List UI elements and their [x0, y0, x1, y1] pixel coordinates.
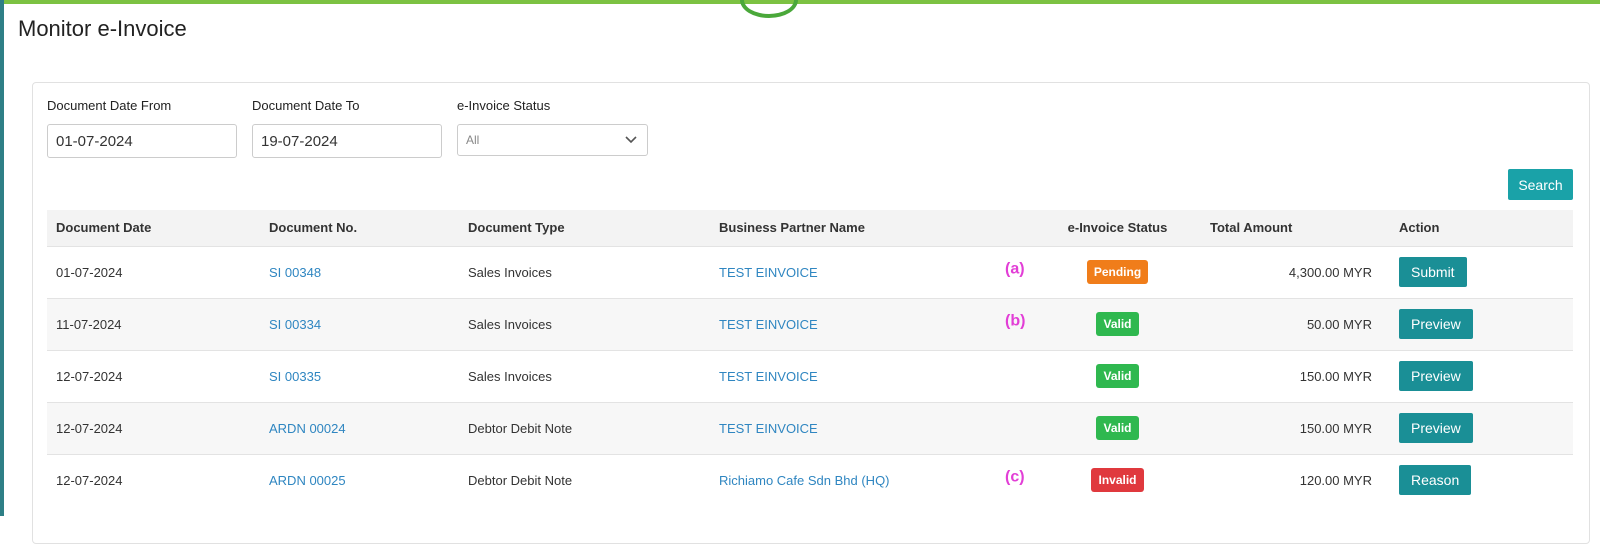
status-filter-label: e-Invoice Status	[457, 98, 551, 113]
cell-document-date: 12-07-2024	[56, 420, 123, 436]
date-from-input[interactable]	[47, 124, 237, 158]
cell-action: Reason	[1390, 454, 1573, 506]
document-no-link[interactable]: ARDN 00025	[269, 473, 346, 488]
cell-business-partner: TEST EINVOICE	[710, 350, 1045, 402]
document-no-link[interactable]: SI 00334	[269, 317, 321, 332]
business-partner-link[interactable]: TEST EINVOICE	[719, 369, 818, 384]
cell-total-amount: 150.00 MYR	[1299, 368, 1372, 384]
cell-einvoice-status: (c) Invalid	[1005, 454, 1190, 506]
header-document-date: Document Date	[56, 220, 152, 236]
document-no-link[interactable]: SI 00348	[269, 265, 321, 280]
business-partner-link[interactable]: TEST EINVOICE	[719, 421, 818, 436]
row-action-button[interactable]: Submit	[1399, 257, 1467, 287]
table-row: 12-07-2024 ARDN 00025 Debtor Debit Note …	[47, 454, 1573, 506]
annotation-marker: (c)	[1005, 468, 1025, 486]
invoice-table: Document Date Document No. Document Type…	[47, 210, 1573, 506]
row-action-button[interactable]: Preview	[1399, 413, 1473, 443]
cell-document-date: 12-07-2024	[56, 472, 123, 488]
cell-total-amount: 150.00 MYR	[1299, 420, 1372, 436]
cell-total-amount: 50.00 MYR	[1306, 316, 1372, 332]
header-einvoice-status: e-Invoice Status	[1067, 220, 1168, 236]
cell-document-date: 12-07-2024	[56, 368, 123, 384]
search-button[interactable]: Search	[1508, 169, 1573, 200]
cell-document-type: Debtor Debit Note	[468, 420, 573, 436]
table-row: 12-07-2024 ARDN 00024 Debtor Debit Note …	[47, 402, 1573, 454]
cell-action: Preview	[1390, 402, 1573, 454]
row-action-button[interactable]: Preview	[1399, 361, 1473, 391]
top-accent-bar	[0, 0, 1600, 4]
cell-business-partner: Richiamo Cafe Sdn Bhd (HQ)	[710, 454, 1045, 506]
top-center-ring-icon	[740, 0, 798, 18]
cell-document-no: ARDN 00024	[260, 402, 459, 454]
document-no-link[interactable]: SI 00335	[269, 369, 321, 384]
cell-document-no: ARDN 00025	[260, 454, 459, 506]
page-title: Monitor e-Invoice	[18, 16, 187, 41]
annotation-marker: (b)	[1005, 312, 1026, 330]
cell-business-partner: TEST EINVOICE	[710, 298, 1045, 350]
cell-business-partner: TEST EINVOICE	[710, 402, 1045, 454]
cell-action: Preview	[1390, 350, 1573, 402]
date-to-input[interactable]	[252, 124, 442, 158]
date-from-label: Document Date From	[47, 98, 172, 113]
cell-einvoice-status: Valid	[1045, 350, 1190, 402]
cell-einvoice-status: Valid	[1045, 402, 1190, 454]
status-filter-select[interactable]: All	[457, 124, 648, 156]
business-partner-link[interactable]: TEST EINVOICE	[719, 265, 818, 280]
cell-document-no: SI 00348	[260, 246, 459, 298]
date-to-label: Document Date To	[252, 98, 360, 113]
status-badge: Valid	[1096, 416, 1139, 440]
header-document-type: Document Type	[468, 220, 565, 236]
table-header-row: Document Date Document No. Document Type…	[47, 210, 1573, 246]
cell-document-no: SI 00334	[260, 298, 459, 350]
business-partner-link[interactable]: TEST EINVOICE	[719, 317, 818, 332]
cell-document-type: Sales Invoices	[468, 316, 552, 332]
table-row: 12-07-2024 SI 00335 Sales Invoices TEST …	[47, 350, 1573, 402]
cell-document-type: Sales Invoices	[468, 368, 552, 384]
row-action-button[interactable]: Preview	[1399, 309, 1473, 339]
header-action: Action	[1399, 220, 1440, 236]
cell-total-amount: 4,300.00 MYR	[1288, 264, 1372, 280]
table-row: 01-07-2024 SI 00348 Sales Invoices TEST …	[47, 246, 1573, 298]
cell-document-type: Sales Invoices	[468, 264, 552, 280]
cell-business-partner: TEST EINVOICE	[710, 246, 1045, 298]
status-badge: Pending	[1086, 260, 1149, 284]
cell-document-type: Debtor Debit Note	[468, 472, 573, 488]
cell-document-date: 01-07-2024	[56, 264, 123, 280]
status-badge: Valid	[1096, 312, 1139, 336]
cell-total-amount: 120.00 MYR	[1299, 472, 1372, 488]
status-badge: Invalid	[1091, 468, 1144, 493]
header-total-amount: Total Amount	[1210, 220, 1293, 236]
document-no-link[interactable]: ARDN 00024	[269, 421, 346, 436]
status-badge: Valid	[1096, 364, 1139, 388]
status-filter-value: All	[466, 133, 480, 147]
table-row: 11-07-2024 SI 00334 Sales Invoices TEST …	[47, 298, 1573, 350]
cell-action: Preview	[1390, 298, 1573, 350]
cell-document-no: SI 00335	[260, 350, 459, 402]
row-action-button[interactable]: Reason	[1399, 465, 1472, 496]
chevron-down-icon	[625, 136, 637, 144]
cell-action: Submit	[1390, 246, 1573, 298]
header-business-partner: Business Partner Name	[719, 220, 865, 236]
cell-document-date: 11-07-2024	[56, 316, 122, 332]
annotation-marker: (a)	[1005, 260, 1025, 278]
header-document-no: Document No.	[269, 220, 358, 236]
cell-einvoice-status: (a) Pending	[1005, 246, 1190, 298]
business-partner-link[interactable]: Richiamo Cafe Sdn Bhd (HQ)	[719, 473, 890, 488]
left-edge-bar	[0, 0, 4, 516]
cell-einvoice-status: (b) Valid	[1005, 298, 1190, 350]
